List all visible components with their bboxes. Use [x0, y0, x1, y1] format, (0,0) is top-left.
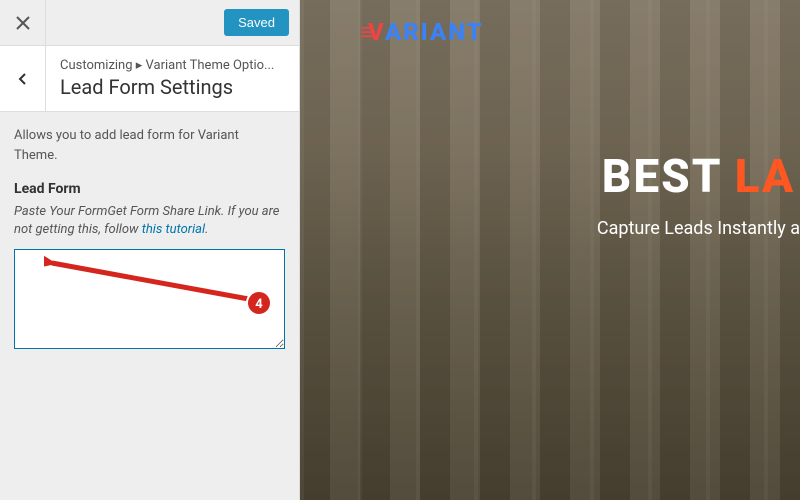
site-logo: ≡VARIANT	[360, 18, 484, 47]
logo-text: ARIANT	[385, 18, 484, 46]
breadcrumb-separator: ▸	[136, 58, 143, 73]
panel-title: Lead Form Settings	[60, 75, 285, 99]
customizer-sidebar: Saved Customizing ▸ Variant Theme Optio.…	[0, 0, 300, 500]
breadcrumb-root: Customizing	[60, 58, 133, 73]
breadcrumb: Customizing ▸ Variant Theme Optio...	[60, 58, 285, 73]
hero-section: BEST LA Capture Leads Instantly a	[597, 150, 800, 239]
close-button[interactable]	[0, 0, 46, 46]
section-label: Lead Form	[14, 181, 285, 197]
preview-pane: ≡VARIANT BEST LA Capture Leads Instantly…	[300, 0, 800, 500]
topbar: Saved	[0, 0, 299, 46]
hero-subtitle: Capture Leads Instantly a	[597, 218, 800, 239]
lead-form-textarea[interactable]	[14, 249, 285, 349]
panel-description: Allows you to add lead form for Variant …	[14, 126, 285, 165]
tutorial-link[interactable]: this tutorial	[142, 222, 205, 237]
chevron-left-icon	[16, 72, 30, 86]
breadcrumb-section: Variant Theme Optio...	[146, 58, 275, 73]
hint-text: Paste Your FormGet Form Share Link. If y…	[14, 203, 285, 239]
saved-button[interactable]: Saved	[224, 9, 289, 36]
close-icon	[16, 16, 30, 30]
panel-header: Customizing ▸ Variant Theme Optio... Lea…	[0, 46, 299, 112]
back-button[interactable]	[0, 46, 46, 111]
hero-title: BEST LA	[597, 150, 800, 204]
panel-body: Allows you to add lead form for Variant …	[0, 112, 299, 367]
